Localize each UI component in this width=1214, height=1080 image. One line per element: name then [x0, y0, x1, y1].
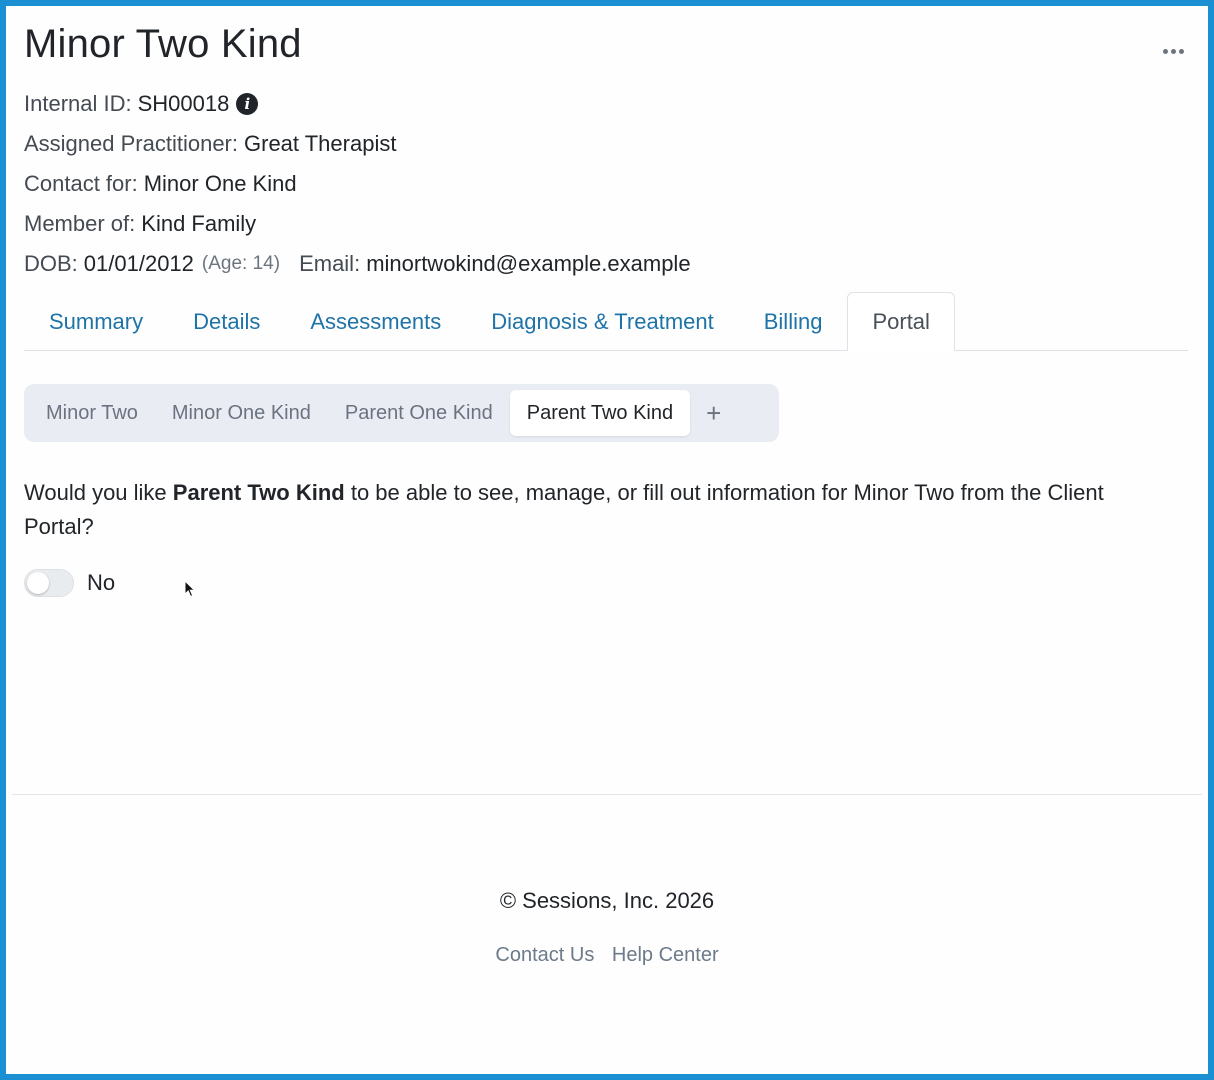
dob-value: 01/01/2012: [83, 251, 194, 276]
contact-us-link[interactable]: Contact Us: [495, 944, 594, 966]
tab-assessments[interactable]: Assessments: [285, 292, 466, 350]
app-frame: Minor Two Kind Internal ID: SH00018 i As…: [0, 0, 1214, 1080]
practitioner-label: Assigned Practitioner:: [24, 131, 238, 156]
tab-diagnosis-treatment[interactable]: Diagnosis & Treatment: [466, 292, 739, 350]
tab-billing[interactable]: Billing: [739, 292, 848, 350]
member-of-value: Kind Family: [141, 211, 257, 236]
page-title: Minor Two Kind: [24, 22, 302, 66]
portal-access-toggle[interactable]: [24, 569, 74, 597]
footer-links: Contact Us Help Center: [6, 944, 1208, 967]
toggle-knob: [27, 572, 49, 594]
more-horizontal-icon-dot: [1178, 48, 1184, 54]
subtab-minor-one-kind[interactable]: Minor One Kind: [155, 390, 328, 436]
dob-email-line: DOB: 01/01/2012 (Age: 14) Email: minortw…: [24, 251, 691, 277]
email-value: minortwokind@example.example: [366, 251, 691, 276]
contact-for-line: Contact for: Minor One Kind: [24, 171, 297, 197]
member-of-label: Member of:: [24, 211, 136, 236]
contact-for-value: Minor One Kind: [143, 171, 297, 196]
tab-portal[interactable]: Portal: [847, 292, 955, 351]
internal-id-value: SH00018: [137, 91, 230, 116]
tab-details[interactable]: Details: [168, 292, 285, 350]
internal-id-line: Internal ID: SH00018 i: [24, 91, 259, 117]
age-value: (Age: 14): [201, 253, 281, 274]
question-prefix: Would you like: [24, 480, 173, 505]
internal-id-label: Internal ID:: [24, 91, 132, 116]
practitioner-value: Great Therapist: [244, 131, 397, 156]
profile-tabs: Summary Details Assessments Diagnosis & …: [24, 292, 1188, 351]
portal-member-tabs: Minor Two Minor One Kind Parent One Kind…: [24, 384, 779, 442]
footer-divider: [12, 794, 1202, 795]
practitioner-line: Assigned Practitioner: Great Therapist: [24, 131, 396, 157]
info-icon[interactable]: i: [236, 93, 259, 115]
subtab-parent-two-kind[interactable]: Parent Two Kind: [509, 390, 691, 436]
toggle-label: No: [87, 570, 116, 595]
help-center-link[interactable]: Help Center: [612, 944, 719, 966]
question-name: Parent Two Kind: [172, 480, 345, 505]
subtab-minor-two[interactable]: Minor Two: [29, 390, 155, 436]
more-horizontal-icon-dot: [1170, 48, 1176, 54]
footer-copyright: © Sessions, Inc. 2026: [499, 888, 715, 913]
tab-summary[interactable]: Summary: [24, 292, 168, 350]
mouse-cursor-icon: [184, 580, 196, 598]
contact-for-label: Contact for:: [24, 171, 138, 196]
dob-label: DOB:: [24, 251, 78, 276]
email-label: Email:: [299, 251, 361, 276]
portal-access-toggle-row: No: [24, 569, 115, 597]
add-icon[interactable]: +: [690, 398, 737, 429]
member-of-line: Member of: Kind Family: [24, 211, 256, 237]
more-horizontal-icon: [1162, 48, 1168, 54]
subtab-parent-one-kind[interactable]: Parent One Kind: [328, 390, 510, 436]
more-options-button[interactable]: [1158, 36, 1188, 66]
portal-access-question: Would you like Parent Two Kind to be abl…: [24, 476, 1164, 544]
